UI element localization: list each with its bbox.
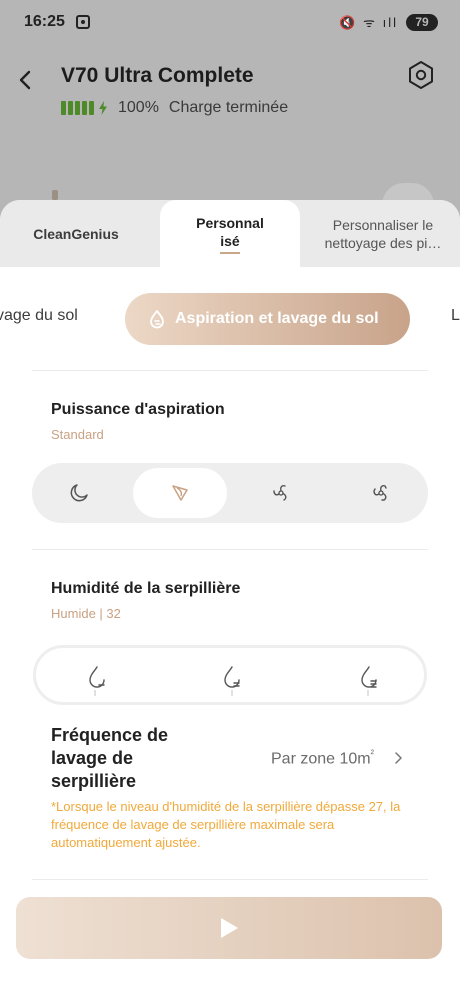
battery-status: Charge terminée [168,99,289,116]
play-icon [221,918,238,938]
tab-personalise-label-wrap: Personnal isé [196,214,264,254]
tab-bar: CleanGenius Personnal isé Personnaliser … [0,200,460,267]
quiet-moon-icon [70,484,88,502]
start-cleaning-button[interactable] [16,897,442,959]
suction-power-selector [32,463,428,523]
divider [32,879,428,880]
status-time: 16:25 [24,13,65,30]
slider-tick [231,690,233,696]
battery-indicator: 79 [406,14,438,31]
mop-wash-frequency-row[interactable]: Par zone 10m² [271,749,374,768]
tab-cleangenius-label: CleanGenius [33,225,119,242]
mop-wash-frequency-value: Par zone 10m [271,750,371,768]
drop-medium-icon[interactable] [219,664,245,690]
divider [32,370,428,371]
device-title: V70 Ultra Complete [61,64,254,87]
divider [32,549,428,550]
tab-room-custom-label-line2: nettoyage des pi… [324,234,442,251]
vacuum-mop-icon [150,310,164,329]
mop-wash-frequency-title: Fréquence de lavage de serpillière [51,725,169,791]
tab-room-custom[interactable]: Personnaliser le nettoyage des pi… [306,200,460,267]
background-peek [52,190,58,200]
status-bar: 16:25 🔇 ᯤ ıll 79 [0,0,460,44]
tab-personalise-label-line1: Personnal [196,214,264,231]
mop-wash-frequency-note: *Lorsque le niveau d'humidité de la serp… [51,799,401,850]
mode-option-vacuum-and-mop[interactable]: Aspiration et lavage du sol [125,293,410,345]
slider-tick [94,690,96,696]
max-fan-icon [373,485,387,501]
screen-record-icon [76,15,90,29]
turbo-fan-icon [273,485,287,501]
tab-selected-indicator [219,251,240,254]
suction-option-max[interactable] [334,468,428,518]
mode-option-next[interactable]: L [451,307,460,325]
cleaning-settings-sheet: CleanGenius Personnal isé Personnaliser … [0,200,460,996]
mode-active-label: Aspiration et lavage du sol [175,310,379,327]
back-arrow-icon[interactable] [12,66,40,94]
mop-humidity-value: Humide | 32 [51,606,121,621]
drop-low-icon[interactable] [84,664,110,690]
tab-personalise[interactable]: Personnal isé [160,200,300,267]
tab-room-custom-label-line1: Personnaliser le [332,216,434,233]
tab-room-custom-label-wrap: Personnaliser le nettoyage des pi… [325,216,442,252]
battery-percent: 100% [118,99,159,116]
charging-bolt-icon [99,101,107,115]
suction-value: Standard [51,427,104,442]
tab-personalise-label-line2: isé [220,232,240,249]
drop-high-icon[interactable] [356,664,382,690]
chevron-right-icon[interactable] [392,751,404,765]
mop-wash-frequency-unit: ² [370,749,374,760]
mop-humidity-title: Humidité de la serpillière [51,580,241,597]
signal-icons: 🔇 ᯤ ıll [339,15,398,30]
settings-icon[interactable] [406,60,436,90]
mop-humidity-slider[interactable] [33,645,427,705]
slider-tick [367,690,369,696]
mode-selector: vage du sol Aspiration et lavage du sol … [0,293,460,345]
suction-option-turbo[interactable] [234,468,328,518]
suction-title: Puissance d'aspiration [51,401,225,418]
suction-option-standard[interactable] [133,468,227,518]
suction-option-silent[interactable] [32,468,126,518]
battery-row: 100% Charge terminée [61,97,288,119]
mode-option-mop[interactable]: vage du sol [0,307,78,325]
battery-bars-icon [61,101,94,115]
tab-cleangenius[interactable]: CleanGenius [0,200,152,267]
standard-fan-icon [172,485,188,501]
